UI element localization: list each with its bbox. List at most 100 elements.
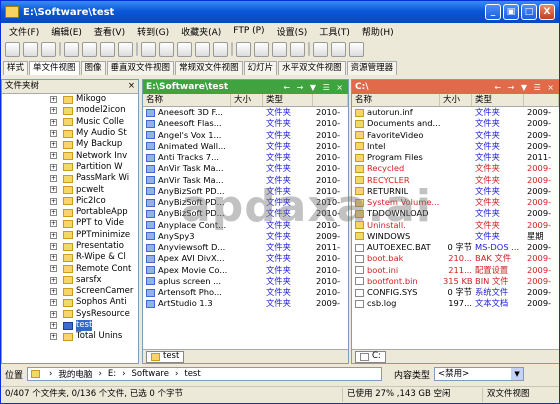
tree-item[interactable]: + Network Inv	[2, 150, 138, 161]
folder-tree[interactable]: 文件夹树 × + Mikogo + model2icon + Music Colle + My…	[1, 79, 139, 364]
tab-item[interactable]: 垂直双文件视图	[106, 61, 175, 75]
tree-item[interactable]: + Partition W	[2, 162, 138, 173]
expand-icon[interactable]: +	[50, 197, 57, 205]
tab-item[interactable]: 单文件视图	[29, 61, 80, 75]
expand-icon[interactable]: +	[50, 163, 57, 171]
right-nav-icons[interactable]: ← → ▼ ☰ ×	[494, 81, 559, 94]
tree-item[interactable]: + PortableApp	[2, 207, 138, 218]
expand-icon[interactable]: +	[50, 242, 57, 250]
tree-item[interactable]: + Music Colle	[2, 117, 138, 128]
file-row[interactable]: Artensoft Pho... 文件夹 2010-	[143, 287, 348, 298]
file-row[interactable]: FavoriteVideo 文件夹 2009-	[352, 130, 559, 141]
menu-item[interactable]: 文件(F)	[9, 25, 39, 38]
left-path-bar[interactable]: E:\Software\test ← → ▼ ☰ ×	[143, 80, 348, 94]
copy-icon[interactable]	[82, 41, 97, 57]
breadcrumb-item[interactable]: E:	[108, 369, 116, 379]
tree-item[interactable]: + SysResource	[2, 309, 138, 320]
left-nav-icons[interactable]: ← → ▼ ☰ ×	[283, 81, 348, 94]
file-row[interactable]: boot.ini 211... 配置设置 2009-	[352, 265, 559, 276]
tree-item[interactable]: + R-Wipe & Cl	[2, 252, 138, 263]
file-row[interactable]: Anti Tracks 7... 文件夹 2010-	[143, 152, 348, 163]
file-row[interactable]: CONFIG.SYS 0 字节 系统文件 2009-	[352, 287, 559, 298]
expand-icon[interactable]: +	[50, 254, 57, 262]
tree-item[interactable]: + My Backup	[2, 139, 138, 150]
left-folder-tab[interactable]: test	[146, 350, 185, 363]
tree-item[interactable]: + Mikogo	[2, 94, 138, 105]
expand-icon[interactable]: +	[50, 152, 57, 160]
expand-icon[interactable]: +	[50, 107, 57, 115]
expand-icon[interactable]: +	[50, 220, 57, 228]
tree-item[interactable]: + PassMark Wi	[2, 173, 138, 184]
content-type-select[interactable]: <禁用> ▼	[434, 367, 525, 381]
tab-item[interactable]: 图像	[80, 61, 106, 75]
breadcrumb-item[interactable]: 我的电脑	[58, 368, 92, 380]
file-row[interactable]: Aneesoft Flas... 文件夹 2010-	[143, 118, 348, 129]
tree-item[interactable]: + ScreenCamer	[2, 286, 138, 297]
close-button[interactable]: X	[539, 4, 555, 20]
menu-item[interactable]: 工具(T)	[319, 25, 350, 38]
tree-item[interactable]: + Remote Cont	[2, 263, 138, 274]
file-row[interactable]: ArtStudio 1.3 文件夹 2009-	[143, 298, 348, 309]
properties-icon[interactable]	[213, 41, 228, 57]
forward-icon[interactable]	[23, 41, 38, 57]
tree-item[interactable]: + Pic2Ico	[2, 196, 138, 207]
tree-close-button[interactable]: ×	[128, 80, 138, 93]
chevron-down-icon[interactable]: ▼	[511, 368, 524, 380]
file-row[interactable]: Aneesoft 3D F... 文件夹 2010-	[143, 107, 348, 118]
file-row[interactable]: AnySpy3 文件夹 2009-	[143, 231, 348, 242]
tab-item[interactable]: 常规双文件视图	[175, 61, 243, 75]
file-row[interactable]: csb.log 197... 文本文档 2009-	[352, 298, 559, 309]
file-row[interactable]: aplus screen ... 文件夹 2010-	[143, 276, 348, 287]
file-row[interactable]: Documents and... 文件夹 2009-	[352, 118, 559, 129]
file-row[interactable]: Animated Wall... 文件夹 2010-	[143, 141, 348, 152]
menu-item[interactable]: 转到(G)	[137, 25, 169, 38]
expand-icon[interactable]: +	[50, 118, 57, 126]
tools-icon[interactable]	[349, 41, 364, 57]
menu-item[interactable]: 编辑(E)	[51, 25, 82, 38]
expand-icon[interactable]: +	[50, 129, 57, 137]
copy-to-icon[interactable]	[118, 41, 133, 57]
expand-icon[interactable]: +	[50, 231, 57, 239]
file-row[interactable]: Angel's Vox 1... 文件夹 2010-	[143, 130, 348, 141]
file-row[interactable]: Anyviewsoft D... 文件夹 2011-	[143, 242, 348, 253]
file-row[interactable]: Apex AVI DivX... 文件夹 2010-	[143, 253, 348, 264]
file-row[interactable]: bootfont.bin 315 KB BIN 文件 2009-	[352, 276, 559, 287]
expand-icon[interactable]: +	[50, 321, 57, 329]
tree-item[interactable]: + pcwelt	[2, 184, 138, 195]
move-icon[interactable]	[159, 41, 174, 57]
delete-icon[interactable]	[177, 41, 192, 57]
menu-item[interactable]: FTP (P)	[233, 26, 264, 36]
tree-item[interactable]: + test	[2, 320, 138, 332]
expand-icon[interactable]: +	[50, 333, 57, 341]
column-header-1[interactable]: 大小	[231, 94, 263, 106]
tree-item[interactable]: + PPT to Vide	[2, 218, 138, 229]
file-row[interactable]: AnVir Task Ma... 文件夹 2010-	[143, 163, 348, 174]
tab-item[interactable]: 样式	[3, 61, 29, 75]
tree-item[interactable]: + model2icon	[2, 105, 138, 116]
column-header-0[interactable]: 名称	[143, 94, 231, 106]
new-folder-icon[interactable]	[141, 41, 156, 57]
list-view-icon[interactable]	[290, 41, 305, 57]
file-row[interactable]: boot.bak 210... BAK 文件 2009-	[352, 253, 559, 264]
minimize-button[interactable]: _	[485, 4, 501, 20]
expand-icon[interactable]: +	[50, 141, 57, 149]
restore-button[interactable]: ▣	[503, 4, 519, 20]
file-row[interactable]: Apex Movie Co... 文件夹 2010-	[143, 265, 348, 276]
file-row[interactable]: Recycled 文件夹 2009-	[352, 163, 559, 174]
breadcrumb-item[interactable]: Software	[131, 369, 168, 379]
file-row[interactable]: WINDOWS 文件夹 星期	[352, 231, 559, 242]
tab-item[interactable]: 资源管理器	[346, 61, 398, 75]
menu-item[interactable]: 收藏夹(A)	[181, 25, 221, 38]
column-header-2[interactable]: 类型	[263, 94, 313, 106]
right-path-bar[interactable]: C:\ ← → ▼ ☰ ×	[352, 80, 559, 94]
tree-item[interactable]: + Sophos Anti	[2, 297, 138, 308]
thumbnail-icon[interactable]	[272, 41, 287, 57]
tab-item[interactable]: 水平双文件视图	[278, 61, 346, 75]
menu-item[interactable]: 设置(S)	[277, 25, 308, 38]
tree-item[interactable]: + sarsfx	[2, 275, 138, 286]
view-mode-icon[interactable]	[236, 41, 251, 57]
expand-icon[interactable]: +	[50, 276, 57, 284]
expand-icon[interactable]: +	[50, 265, 57, 273]
tree-item[interactable]: + My Audio St	[2, 128, 138, 139]
file-row[interactable]: AUTOEXEC.BAT 0 字节 MS-DOS ... 2009-	[352, 242, 559, 253]
